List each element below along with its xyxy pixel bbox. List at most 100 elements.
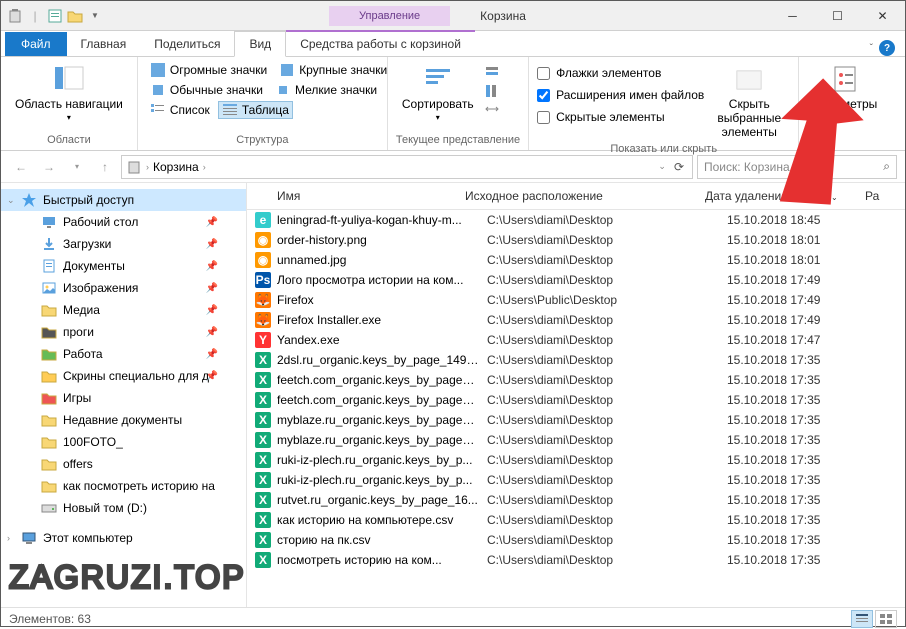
svg-text:X: X <box>259 493 267 507</box>
normal-icons-button[interactable]: Обычные значки <box>146 81 267 99</box>
file-date-deleted: 15.10.2018 17:35 <box>727 473 887 487</box>
nav-item[interactable]: offers <box>1 453 246 475</box>
file-row[interactable]: X как историю на компьютере.csv C:\Users… <box>247 510 905 530</box>
nav-item[interactable]: проги 📌 <box>1 321 246 343</box>
file-location: C:\Users\diami\Desktop <box>487 233 727 247</box>
file-row[interactable]: X ruki-iz-plech.ru_organic.keys_by_p... … <box>247 450 905 470</box>
chevron-right-icon[interactable]: › <box>203 162 206 172</box>
file-row[interactable]: X ruki-iz-plech.ru_organic.keys_by_p... … <box>247 470 905 490</box>
file-date-deleted: 15.10.2018 17:35 <box>727 433 887 447</box>
small-icons-button[interactable]: Мелкие значки <box>271 81 381 99</box>
recycle-bin-icon <box>126 159 142 175</box>
column-size[interactable]: Ра <box>857 183 888 209</box>
file-row[interactable]: X myblaze.ru_organic.keys_by_page_... C:… <box>247 410 905 430</box>
nav-item[interactable]: Загрузки 📌 <box>1 233 246 255</box>
ribbon-collapse-icon[interactable]: ˇ <box>870 43 873 54</box>
file-row[interactable]: Ps Лого просмотра истории на ком... C:\U… <box>247 270 905 290</box>
share-tab[interactable]: Поделиться <box>140 32 234 56</box>
file-row[interactable]: X rutvet.ru_organic.keys_by_page_16... C… <box>247 490 905 510</box>
file-tab[interactable]: Файл <box>5 32 67 56</box>
up-button[interactable]: ↑ <box>93 155 117 179</box>
maximize-button[interactable]: ☐ <box>815 1 860 31</box>
nav-item[interactable]: Недавние документы <box>1 409 246 431</box>
column-headers: Имя Исходное расположение Дата удаления … <box>247 183 905 210</box>
nav-item[interactable]: как посмотреть историю на <box>1 475 246 497</box>
file-row[interactable]: X сторию на пк.csv C:\Users\diami\Deskto… <box>247 530 905 550</box>
size-columns-icon[interactable] <box>484 101 500 117</box>
navigation-pane-button[interactable]: Область навигации ▾ <box>9 61 129 124</box>
column-location[interactable]: Исходное расположение <box>457 183 697 209</box>
file-row[interactable]: X myblaze.ru_organic.keys_by_page_... C:… <box>247 430 905 450</box>
large-icons-button[interactable]: Крупные значки <box>275 61 391 79</box>
thumbnails-view-button[interactable] <box>875 610 897 628</box>
nav-item[interactable]: Скрины специально для д 📌 <box>1 365 246 387</box>
pin-icon: 📌 <box>206 283 218 294</box>
options-icon <box>829 63 861 95</box>
file-name: посмотреть историю на ком... <box>277 553 487 567</box>
add-columns-icon[interactable] <box>484 83 500 99</box>
hide-selected-button[interactable]: Скрыть выбранные элементы <box>708 61 790 141</box>
file-row[interactable]: X feetch.com_organic.keys_by_page_... C:… <box>247 390 905 410</box>
details-view-button[interactable] <box>851 610 873 628</box>
file-row[interactable]: X 2dsl.ru_organic.keys_by_page_1490... C… <box>247 350 905 370</box>
qat-dropdown-icon[interactable]: ▼ <box>87 8 103 24</box>
close-button[interactable]: ✕ <box>860 1 905 31</box>
item-checkboxes-checkbox[interactable]: Флажки элементов <box>537 65 704 81</box>
nav-item[interactable]: Изображения 📌 <box>1 277 246 299</box>
column-date-deleted[interactable]: Дата удаления ⌄ <box>697 183 857 209</box>
hidden-items-checkbox[interactable]: Скрытые элементы <box>537 109 704 125</box>
back-button[interactable]: ← <box>9 155 33 179</box>
chevron-right-icon[interactable]: › <box>146 162 149 172</box>
navigation-pane[interactable]: ⌄ Быстрый доступ Рабочий стол 📌 Загрузки… <box>1 183 247 607</box>
file-row[interactable]: 🦊 Firefox C:\Users\Public\Desktop 15.10.… <box>247 290 905 310</box>
file-row[interactable]: ◉ unnamed.jpg C:\Users\diami\Desktop 15.… <box>247 250 905 270</box>
view-tab[interactable]: Вид <box>234 31 286 57</box>
nav-item-label: Работа <box>63 347 103 361</box>
nav-item[interactable]: Игры <box>1 387 246 409</box>
properties-icon[interactable] <box>47 8 63 24</box>
nav-item[interactable]: Медиа 📌 <box>1 299 246 321</box>
this-pc-node[interactable]: › Этот компьютер <box>1 527 246 549</box>
nav-item[interactable]: Документы 📌 <box>1 255 246 277</box>
address-location[interactable]: Корзина <box>153 160 199 174</box>
recent-locations-button[interactable]: ▾ <box>65 155 89 179</box>
options-button[interactable]: Параметры ▾ <box>807 61 883 124</box>
nav-item-label: Скрины специально для д <box>63 369 209 383</box>
file-list[interactable]: Имя Исходное расположение Дата удаления … <box>247 183 905 607</box>
refresh-icon[interactable]: ⟳ <box>670 160 688 174</box>
nav-item[interactable]: Работа 📌 <box>1 343 246 365</box>
home-tab[interactable]: Главная <box>67 32 141 56</box>
help-icon[interactable]: ? <box>879 40 895 56</box>
minimize-button[interactable]: ─ <box>770 1 815 31</box>
list-button[interactable]: Список <box>146 101 214 119</box>
file-location: C:\Users\diami\Desktop <box>487 373 727 387</box>
sort-button[interactable]: Сортировать ▾ <box>396 61 480 124</box>
sort-label: Сортировать <box>402 97 474 111</box>
details-button[interactable]: Таблица <box>218 101 293 119</box>
search-box[interactable]: Поиск: Корзина ⌕ <box>697 155 897 179</box>
expand-icon[interactable]: › <box>7 533 10 543</box>
file-row[interactable]: Y Yandex.exe C:\Users\diami\Desktop 15.1… <box>247 330 905 350</box>
nav-item[interactable]: 100FOTO_ <box>1 431 246 453</box>
quick-access-node[interactable]: ⌄ Быстрый доступ <box>1 189 246 211</box>
options-label: Параметры <box>813 97 877 111</box>
nav-item[interactable]: Новый том (D:) <box>1 497 246 519</box>
column-name[interactable]: Имя <box>247 183 457 209</box>
search-icon[interactable]: ⌕ <box>883 159 890 174</box>
file-row[interactable]: X посмотреть историю на ком... C:\Users\… <box>247 550 905 570</box>
expand-icon[interactable]: ⌄ <box>7 195 15 206</box>
file-row[interactable]: ◉ order-history.png C:\Users\diami\Deskt… <box>247 230 905 250</box>
nav-item[interactable]: Рабочий стол 📌 <box>1 211 246 233</box>
recycle-tools-tab[interactable]: Средства работы с корзиной <box>286 30 475 56</box>
huge-icons-button[interactable]: Огромные значки <box>146 61 271 79</box>
group-by-icon[interactable] <box>484 65 500 81</box>
svg-text:e: e <box>260 213 267 227</box>
file-extensions-checkbox[interactable]: Расширения имен файлов <box>537 87 704 103</box>
file-row[interactable]: X feetch.com_organic.keys_by_page_... C:… <box>247 370 905 390</box>
forward-button[interactable]: → <box>37 155 61 179</box>
file-row[interactable]: e leningrad-ft-yuliya-kogan-khuy-m... C:… <box>247 210 905 230</box>
address-dropdown-icon[interactable]: ⌄ <box>658 161 666 172</box>
file-row[interactable]: 🦊 Firefox Installer.exe C:\Users\diami\D… <box>247 310 905 330</box>
address-bar[interactable]: › Корзина › ⌄ ⟳ <box>121 155 693 179</box>
new-folder-icon[interactable] <box>67 8 83 24</box>
